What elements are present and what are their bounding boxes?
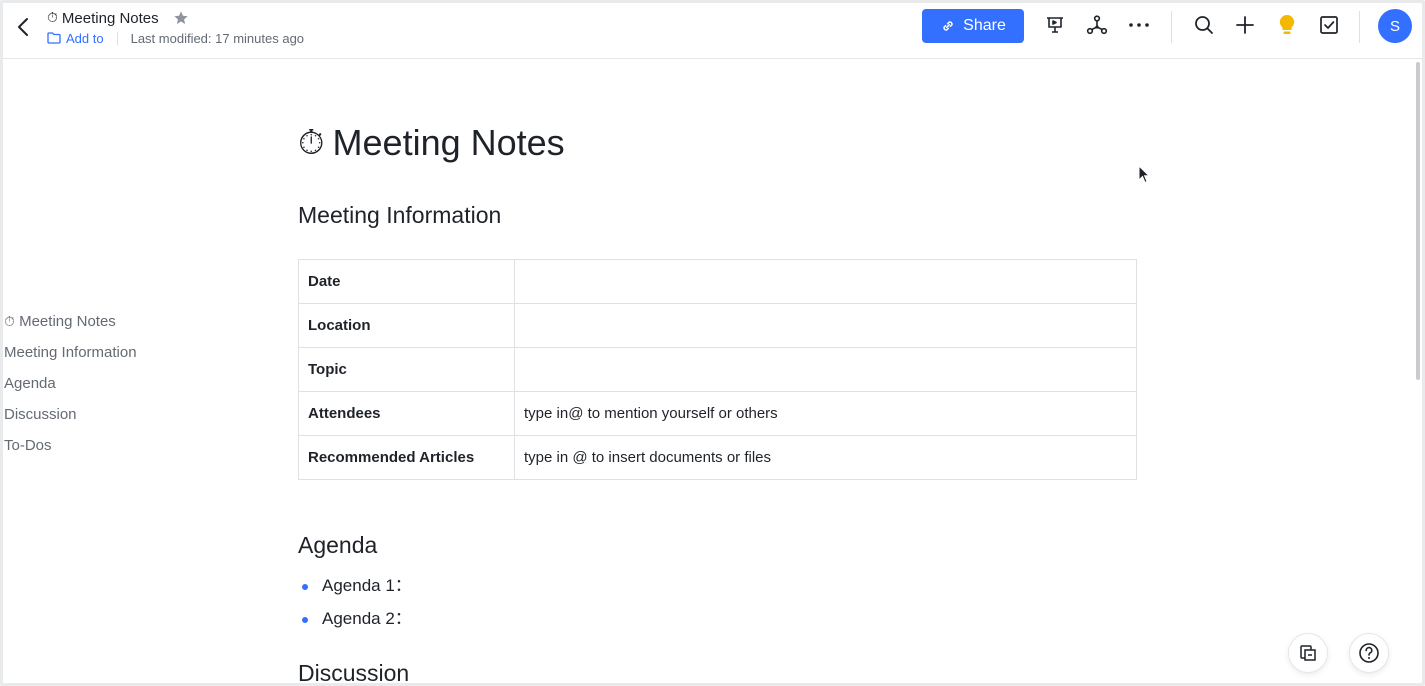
toolbar-divider — [1359, 11, 1360, 43]
table-cell-label[interactable]: Recommended Articles — [298, 435, 515, 480]
mouse-cursor-icon — [1138, 165, 1150, 184]
heading-meeting-information[interactable]: Meeting Information — [298, 202, 501, 229]
folder-icon — [47, 32, 61, 44]
comments-button[interactable] — [1288, 633, 1328, 673]
doc-meta-row: Add to Last modified: 17 minutes ago — [47, 29, 304, 47]
table-cell-label[interactable]: Topic — [298, 347, 515, 392]
table-cell-value[interactable]: type in @ to insert documents or files — [514, 435, 1137, 480]
page-title[interactable]: ⏱ Meeting Notes — [298, 122, 565, 164]
table-cell-label[interactable]: Date — [298, 259, 515, 304]
checkbox-icon[interactable] — [1317, 13, 1341, 37]
presentation-icon[interactable] — [1043, 13, 1067, 37]
doc-outline: ⏱ Meeting Notes Meeting Information Agen… — [4, 312, 204, 467]
top-toolbar: ⏱ Meeting Notes Add to Last modified: 17… — [3, 3, 1422, 59]
divider — [116, 31, 118, 45]
doc-title[interactable]: Meeting Notes — [62, 10, 159, 27]
meeting-info-table: Date Location Topic Attendees type in@ t… — [298, 259, 1137, 480]
share-button[interactable]: Share — [922, 9, 1024, 43]
more-icon[interactable] — [1127, 13, 1151, 37]
table-cell-value[interactable]: type in@ to mention yourself or others — [514, 391, 1137, 436]
outline-item-to-dos[interactable]: To-Dos — [4, 436, 204, 467]
outline-item-label: Meeting Notes — [19, 313, 116, 330]
outline-item-meeting-information[interactable]: Meeting Information — [4, 343, 204, 374]
table-row: Topic — [298, 347, 1137, 392]
table-cell-value[interactable] — [514, 347, 1137, 392]
star-icon[interactable] — [173, 10, 189, 26]
list-item[interactable]: Agenda 1： — [298, 572, 412, 605]
agenda-list: Agenda 1： Agenda 2： — [298, 572, 412, 638]
table-row: Recommended Articles type in @ to insert… — [298, 435, 1137, 480]
table-row: Date — [298, 259, 1137, 304]
mindmap-icon[interactable] — [1085, 13, 1109, 37]
toolbar-divider — [1171, 11, 1172, 43]
outline-item-meeting-notes[interactable]: ⏱ Meeting Notes — [4, 312, 204, 343]
share-label: Share — [963, 17, 1006, 34]
outline-item-agenda[interactable]: Agenda — [4, 374, 204, 405]
heading-discussion[interactable]: Discussion — [298, 660, 409, 686]
last-modified: Last modified: 17 minutes ago — [130, 30, 305, 46]
table-cell-value[interactable] — [514, 259, 1137, 304]
plus-icon[interactable] — [1233, 13, 1257, 37]
add-to-button[interactable]: Add to — [47, 31, 104, 46]
stopwatch-icon: ⏱ — [298, 123, 325, 163]
table-cell-label[interactable]: Location — [298, 303, 515, 348]
heading-agenda[interactable]: Agenda — [298, 532, 377, 559]
table-row: Location — [298, 303, 1137, 348]
link-icon — [943, 21, 953, 31]
lightbulb-icon[interactable] — [1275, 13, 1299, 37]
table-cell-value[interactable] — [514, 303, 1137, 348]
back-icon[interactable] — [13, 15, 33, 39]
doc-title-row: ⏱ Meeting Notes — [47, 8, 189, 28]
outline-item-discussion[interactable]: Discussion — [4, 405, 204, 436]
scrollbar[interactable] — [1416, 62, 1420, 380]
stopwatch-icon: ⏱ — [47, 10, 58, 26]
search-icon[interactable] — [1192, 13, 1216, 37]
table-row: Attendees type in@ to mention yourself o… — [298, 391, 1137, 436]
list-item[interactable]: Agenda 2： — [298, 605, 412, 638]
page-title-text: Meeting Notes — [332, 122, 565, 163]
help-button[interactable] — [1349, 633, 1389, 673]
add-to-label: Add to — [66, 30, 104, 46]
stopwatch-icon: ⏱ — [4, 314, 15, 330]
table-cell-label[interactable]: Attendees — [298, 391, 515, 436]
avatar[interactable]: S — [1378, 9, 1412, 43]
comment-icon — [1300, 645, 1316, 661]
help-icon — [1359, 643, 1379, 663]
